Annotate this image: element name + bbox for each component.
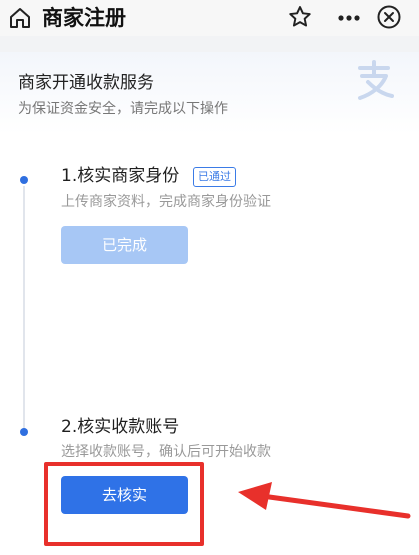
close-icon[interactable]: [376, 4, 402, 30]
top-nav-bar: 商家注册: [0, 0, 419, 36]
step-1-title: 1.核实商家身份: [61, 166, 180, 186]
alipay-logo: [358, 60, 394, 100]
page-title: 商家注册: [42, 6, 126, 30]
red-arrow-icon: [238, 482, 411, 519]
completed-button: 已完成: [61, 226, 188, 264]
step-2-title: 2.核实收款账号: [61, 417, 180, 437]
highlight-box: [44, 462, 204, 546]
header-subtitle: 为保证资金安全，请完成以下操作: [18, 101, 228, 117]
home-icon[interactable]: [8, 6, 32, 30]
step-2-dot: [20, 428, 28, 436]
step-1-dot: [20, 176, 28, 184]
header-title: 商家开通收款服务: [18, 73, 154, 93]
timeline-line: [23, 186, 25, 430]
status-badge: 已通过: [193, 167, 236, 187]
more-icon[interactable]: [336, 6, 362, 30]
step-1-description: 上传商家资料，完成商家身份验证: [61, 194, 271, 210]
step-2-description: 选择收款账号，确认后可开始收款: [61, 444, 271, 460]
star-icon[interactable]: [287, 4, 313, 30]
